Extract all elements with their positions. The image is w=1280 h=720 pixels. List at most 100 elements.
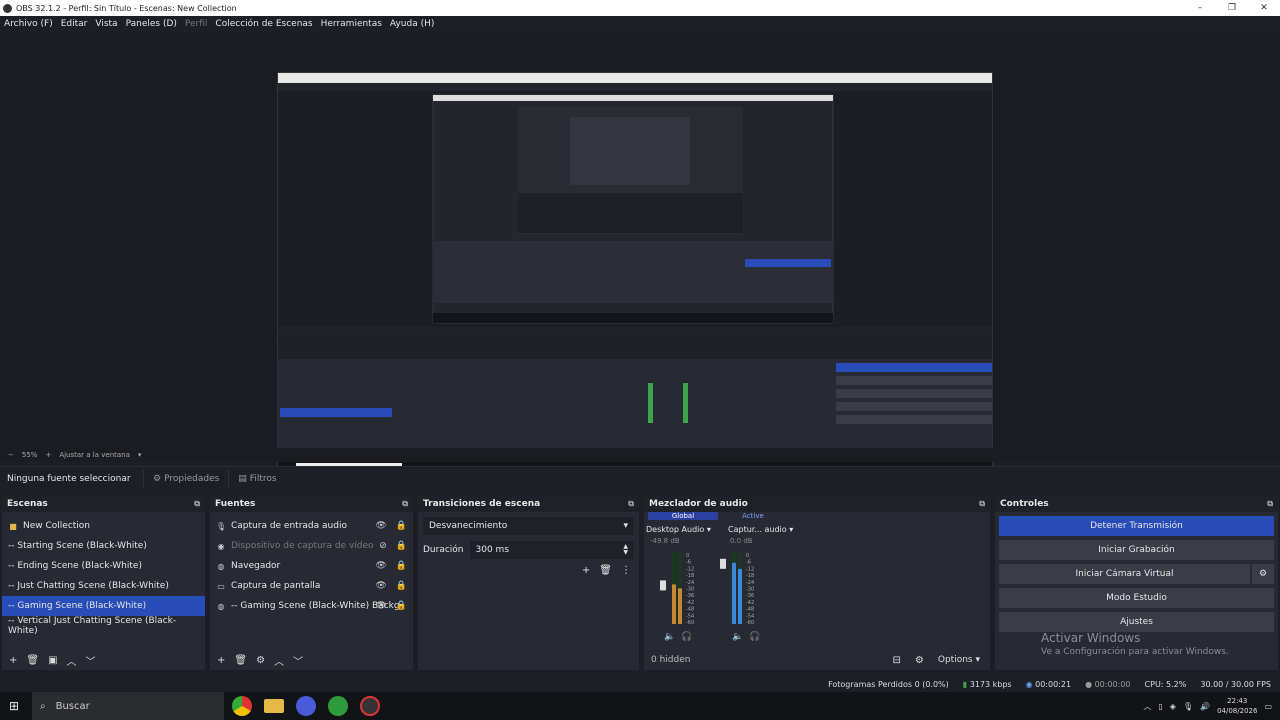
studio-mode-button[interactable]: Modo Estudio <box>999 588 1274 608</box>
eye-icon[interactable]: 👁 <box>375 521 386 531</box>
clock[interactable]: 22:43 04/08/2026 <box>1217 696 1257 716</box>
zoom-out-button[interactable]: − <box>8 451 14 459</box>
undock-icon[interactable]: ⧉ <box>402 499 408 509</box>
scene-item[interactable]: -- Ending Scene (Black-White) <box>2 556 205 576</box>
settings-button[interactable]: Ajustes <box>999 612 1274 632</box>
scene-item[interactable]: ■ New Collection <box>2 516 205 536</box>
move-down-icon[interactable]: ﹀ <box>293 653 303 668</box>
eye-icon[interactable]: 👁 <box>375 561 386 571</box>
menu-perfil[interactable]: Perfil <box>181 19 212 29</box>
more-icon[interactable]: ⋮ <box>621 565 631 576</box>
source-item[interactable]: ◉ Dispositivo de captura de vídeo ⊘ 🔒 <box>210 536 413 556</box>
zoom-fit-label[interactable]: Ajustar a la ventana <box>59 451 130 459</box>
scene-item[interactable]: -- Vertical Just Chatting Scene (Black-W… <box>2 616 205 636</box>
trash-icon[interactable]: 🗑 <box>26 655 39 666</box>
gear-icon[interactable]: ⚙ <box>256 655 265 666</box>
undock-icon[interactable]: ⧉ <box>628 499 634 509</box>
meter-scale-label: -24 <box>746 580 754 586</box>
channel-db: 0.0 dB <box>730 537 753 545</box>
scene-filters-icon[interactable]: ▣ <box>48 655 57 666</box>
menu-ayuda[interactable]: Ayuda (H) <box>386 19 438 29</box>
add-transition-icon[interactable]: + <box>582 565 590 576</box>
duration-spinbox[interactable]: 300 ms ▲ ▼ <box>469 541 634 559</box>
menu-vista[interactable]: Vista <box>91 19 121 29</box>
scene-item-selected[interactable]: -- Gaming Scene (Black-White) <box>2 596 205 616</box>
lock-icon[interactable]: 🔒 <box>396 581 407 591</box>
tab-active[interactable]: Active <box>718 512 788 520</box>
eye-off-icon[interactable]: ⊘ <box>379 541 387 551</box>
zoom-in-button[interactable]: + <box>45 451 51 459</box>
lock-icon[interactable]: 🔒 <box>396 521 407 531</box>
move-down-icon[interactable]: ﹀ <box>86 653 96 668</box>
undock-icon[interactable]: ⧉ <box>979 499 985 509</box>
stop-stream-button[interactable]: Detener Transmisión <box>999 516 1274 536</box>
volume-slider-handle[interactable] <box>720 558 726 569</box>
eye-icon[interactable]: 👁 <box>375 601 386 611</box>
source-item[interactable]: ▭ Captura de pantalla 👁 🔒 <box>210 576 413 596</box>
menu-archivo[interactable]: Archivo (F) <box>0 19 57 29</box>
menu-paneles[interactable]: Paneles (D) <box>122 19 181 29</box>
speaker-icon[interactable]: 🔈 <box>732 632 743 642</box>
close-button[interactable]: ✕ <box>1248 0 1280 16</box>
menu-herramientas[interactable]: Herramientas <box>317 19 386 29</box>
start-recording-button[interactable]: Iniciar Grabación <box>999 540 1274 560</box>
meter-scale-label: -48 <box>746 607 754 613</box>
trash-icon[interactable]: 🗑 <box>599 565 612 576</box>
speaker-icon[interactable]: 🔈 <box>664 632 675 642</box>
source-item[interactable]: ◍ Navegador 👁 🔒 <box>210 556 413 576</box>
tray-icon[interactable]: ▯ <box>1158 702 1162 711</box>
options-button[interactable]: Options ▾ <box>938 655 980 665</box>
volume-slider-handle[interactable] <box>660 580 666 591</box>
taskbar-search[interactable]: ⌕ Buscar <box>32 692 224 720</box>
gear-icon[interactable]: ⚙ <box>915 655 924 666</box>
scene-item[interactable]: -- Just Chatting Scene (Black-White) <box>2 576 205 596</box>
chevron-down-icon[interactable]: ▾ <box>789 525 793 534</box>
start-virtual-camera-button[interactable]: Iniciar Cámara Virtual <box>999 564 1250 584</box>
lock-icon[interactable]: 🔒 <box>396 541 407 551</box>
eye-icon[interactable]: 👁 <box>375 581 386 591</box>
mixer-channel: Desktop Audio ▾ -49.8 dB <box>646 525 716 545</box>
scene-item[interactable]: -- Starting Scene (Black-White) <box>2 536 205 556</box>
undock-icon[interactable]: ⧉ <box>194 499 200 509</box>
app-icon[interactable] <box>328 696 348 716</box>
volume-icon[interactable]: 🔊 <box>1200 702 1210 711</box>
minimize-button[interactable]: – <box>1184 0 1216 16</box>
spin-arrows-icon[interactable]: ▲ ▼ <box>623 544 628 556</box>
windows-start-icon[interactable]: ⊞ <box>9 699 19 713</box>
source-label: Navegador <box>231 561 281 571</box>
move-up-icon[interactable]: ︿ <box>67 653 77 668</box>
app-icon[interactable] <box>296 696 316 716</box>
transition-select[interactable]: Desvanecimiento ▾ <box>423 517 634 535</box>
chevron-up-icon[interactable]: ︿ <box>1143 701 1151 712</box>
headphones-icon[interactable]: 🎧 <box>681 632 692 642</box>
microphone-icon[interactable]: 🎙 <box>1183 702 1193 711</box>
file-explorer-icon[interactable] <box>264 699 284 713</box>
obs-taskbar-icon[interactable] <box>360 696 380 716</box>
chrome-icon[interactable] <box>232 696 252 716</box>
virtual-camera-settings-icon[interactable]: ⚙ <box>1252 564 1274 584</box>
properties-button[interactable]: ⚙ Propiedades <box>143 469 228 488</box>
lock-icon[interactable]: 🔒 <box>396 601 407 611</box>
notification-icon[interactable]: ▭ <box>1264 702 1272 711</box>
undock-icon[interactable]: ⧉ <box>1267 499 1273 509</box>
chevron-down-icon[interactable]: ▾ <box>138 451 142 459</box>
menu-coleccion[interactable]: Colección de Escenas <box>211 19 316 29</box>
add-source-icon[interactable]: + <box>217 655 225 666</box>
source-item[interactable]: 🎙 Captura de entrada audio 👁 🔒 <box>210 516 413 536</box>
lock-icon[interactable]: 🔒 <box>396 561 407 571</box>
chevron-down-icon[interactable]: ▾ <box>707 525 711 534</box>
trash-icon[interactable]: 🗑 <box>234 655 247 666</box>
menu-editar[interactable]: Editar <box>57 19 92 29</box>
source-item[interactable]: ◍ -- Gaming Scene (Black-White) Backg 👁 🔒 <box>210 596 413 616</box>
headphones-icon[interactable]: 🎧 <box>749 632 760 642</box>
tray-icon[interactable]: ◈ <box>1170 702 1176 711</box>
tab-global[interactable]: Global <box>648 512 718 520</box>
dropped-frames: Fotogramas Perdidos 0 (0.0%) <box>828 679 949 689</box>
maximize-button[interactable]: ❐ <box>1216 0 1248 16</box>
add-scene-icon[interactable]: + <box>9 655 17 666</box>
filters-button[interactable]: ▤ Filtros <box>228 469 285 488</box>
preview-area[interactable] <box>0 32 1280 476</box>
layout-icon[interactable]: ⊟ <box>893 655 901 666</box>
meter-level <box>732 562 736 624</box>
move-up-icon[interactable]: ︿ <box>274 653 284 668</box>
